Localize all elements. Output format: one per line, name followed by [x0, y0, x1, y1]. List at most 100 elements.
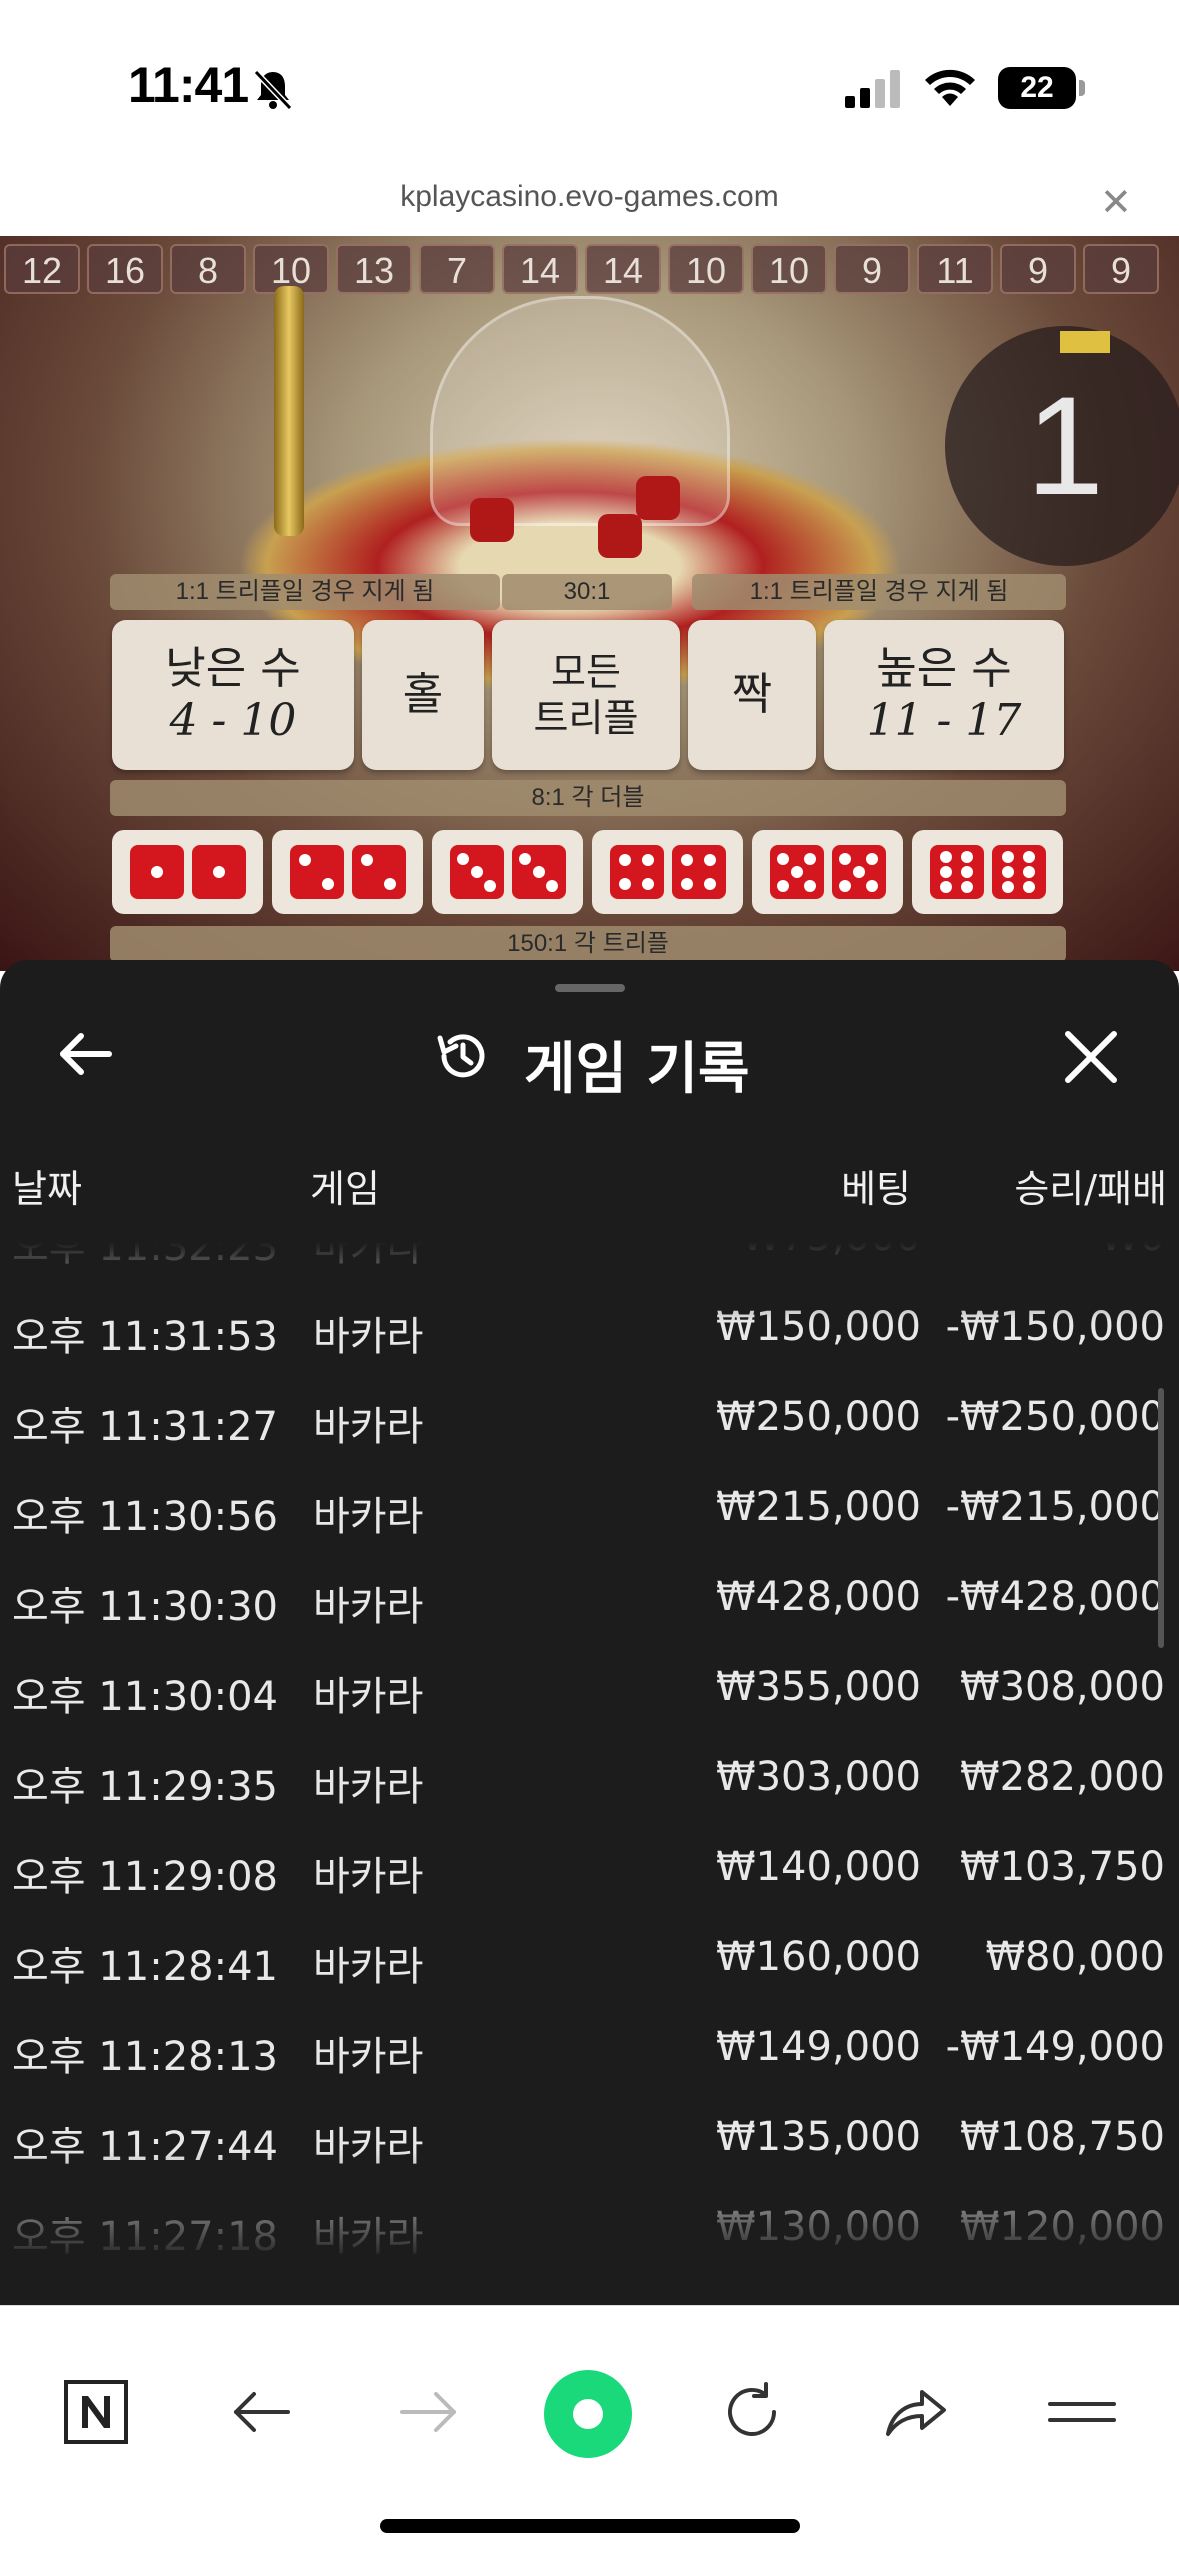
- row-date: 오후 11:27:18: [12, 2214, 278, 2260]
- pip: [790, 866, 803, 878]
- history-row[interactable]: 오후 11:31:53 바카라 ₩150,000 -₩150,000: [0, 1282, 1179, 1372]
- bet-odd[interactable]: 홀: [362, 620, 484, 770]
- row-win-loss: ₩308,000: [960, 1664, 1165, 1710]
- history-clock-icon: [437, 1034, 485, 1078]
- status-bar: 11:41 22: [0, 0, 1179, 170]
- history-list[interactable]: 오후 11:32:23 바카라 ₩75,000 ₩0 오후 11:31:53 바카라 ₩15…: [0, 1222, 1179, 2262]
- odds-double: 8:1 각 더블: [110, 780, 1066, 816]
- pip: [470, 866, 483, 878]
- share-icon[interactable]: [880, 2376, 952, 2448]
- history-row[interactable]: 오후 11:28:13 바카라 ₩149,000 -₩149,000: [0, 2002, 1179, 2092]
- row-bet: ₩215,000: [716, 1484, 921, 1530]
- bet-any-triple-line2: 트리플: [533, 696, 639, 740]
- history-cell: 16: [87, 244, 163, 294]
- green-dot-icon[interactable]: [540, 2366, 636, 2462]
- die-3d: [636, 476, 680, 520]
- history-cell: 11: [917, 244, 993, 294]
- row-date: 오후 11:32:23: [12, 1224, 278, 1270]
- pip: [866, 879, 878, 892]
- url-bar[interactable]: kplaycasino.evo-games.com ✕: [0, 170, 1179, 236]
- glass-dome: [430, 296, 730, 526]
- pip: [322, 877, 335, 890]
- brass-pole: [274, 286, 304, 536]
- odds-triple: 150:1 각 트리플: [110, 926, 1066, 962]
- row-game: 바카라: [313, 1584, 424, 1630]
- scrollbar[interactable]: [1158, 1388, 1164, 1648]
- bet-double-6[interactable]: [912, 830, 1063, 914]
- history-row[interactable]: 오후 11:31:27 바카라 ₩250,000 -₩250,000: [0, 1372, 1179, 1462]
- bet-double-5[interactable]: [752, 830, 903, 914]
- column-win-loss: 승리/패배: [1014, 1167, 1167, 1211]
- bet-small[interactable]: 낮은 수 4 - 10: [112, 620, 354, 770]
- bet-double-3[interactable]: [432, 830, 583, 914]
- bet-even-label: 짝: [731, 669, 773, 720]
- pip: [852, 866, 865, 878]
- row-bet: ₩75,000: [741, 1222, 921, 1260]
- signal-icon: [845, 70, 900, 108]
- refresh-icon[interactable]: [716, 2376, 788, 2448]
- pip: [642, 854, 655, 867]
- game-view: 12 16 8 10 13 7 14 14 10 10 9 11 9 9 1 1:1 트리플일 경우 지게…: [0, 236, 1179, 971]
- history-cell: 12: [4, 244, 80, 294]
- back-arrow-icon[interactable]: [226, 2376, 298, 2448]
- column-bet: 베팅: [841, 1167, 911, 1211]
- row-date: 오후 11:29:08: [12, 1854, 278, 1900]
- pip: [1023, 866, 1036, 878]
- bet-double-2[interactable]: [272, 830, 423, 914]
- bet-even[interactable]: 짝: [688, 620, 816, 770]
- close-url-icon[interactable]: ✕: [1100, 180, 1132, 224]
- history-cell: 14: [502, 244, 578, 294]
- pip: [150, 866, 163, 878]
- history-row[interactable]: 오후 11:27:18 바카라 ₩130,000 ₩120,000: [0, 2182, 1179, 2262]
- browser-toolbar: [0, 2305, 1179, 2556]
- bet-double-1[interactable]: [112, 830, 263, 914]
- sheet-grabber[interactable]: [555, 984, 625, 992]
- naver-n-icon[interactable]: [60, 2376, 132, 2448]
- bet-big[interactable]: 높은 수 11 - 17: [824, 620, 1064, 770]
- pip: [384, 877, 397, 890]
- history-cell: 14: [585, 244, 661, 294]
- row-date: 오후 11:29:35: [12, 1764, 278, 1810]
- wifi-icon: [925, 69, 975, 106]
- bet-big-range: 11 - 17: [866, 695, 1022, 746]
- bet-big-label: 높은 수: [876, 643, 1012, 694]
- menu-icon[interactable]: [1046, 2376, 1118, 2448]
- column-date: 날짜: [12, 1167, 82, 1211]
- row-win-loss: ₩282,000: [960, 1754, 1165, 1800]
- forward-arrow-icon[interactable]: [392, 2376, 464, 2448]
- bet-small-label: 낮은 수: [165, 643, 301, 694]
- bet-any-triple[interactable]: 모든 트리플: [492, 620, 680, 770]
- row-bet: ₩135,000: [716, 2114, 921, 2160]
- history-row[interactable]: 오후 11:32:23 바카라 ₩75,000 ₩0: [0, 1222, 1179, 1282]
- history-cell: 8: [170, 244, 246, 294]
- history-row[interactable]: 오후 11:28:41 바카라 ₩160,000 ₩80,000: [0, 1912, 1179, 2002]
- pip: [939, 850, 952, 863]
- history-row[interactable]: 오후 11:30:04 바카라 ₩355,000 ₩308,000: [0, 1642, 1179, 1732]
- row-bet: ₩130,000: [716, 2204, 921, 2250]
- history-row[interactable]: 오후 11:27:44 바카라 ₩135,000 ₩108,750: [0, 2092, 1179, 2182]
- pip: [804, 852, 816, 865]
- row-date: 오후 11:28:13: [12, 2034, 278, 2080]
- die-face-2: [289, 845, 344, 899]
- odds-small-note: 1:1 트리플일 경우 지게 됨: [110, 574, 500, 610]
- url-text[interactable]: kplaycasino.evo-games.com: [0, 180, 1179, 214]
- close-icon[interactable]: [1062, 1028, 1120, 1086]
- die-face-3: [449, 845, 504, 899]
- gold-accent: [1060, 331, 1110, 353]
- row-game: 바카라: [313, 2124, 424, 2170]
- die-face-4: [609, 845, 664, 899]
- die-face-1: [129, 845, 184, 899]
- history-row[interactable]: 오후 11:30:56 바카라 ₩215,000 -₩215,000: [0, 1462, 1179, 1552]
- bet-double-4[interactable]: [592, 830, 743, 914]
- history-row[interactable]: 오후 11:29:35 바카라 ₩303,000 ₩282,000: [0, 1732, 1179, 1822]
- history-row[interactable]: 오후 11:29:08 바카라 ₩140,000 ₩103,750: [0, 1822, 1179, 1912]
- history-cell: 7: [419, 244, 495, 294]
- row-win-loss: -₩215,000: [945, 1484, 1165, 1530]
- history-row[interactable]: 오후 11:30:30 바카라 ₩428,000 -₩428,000: [0, 1552, 1179, 1642]
- row-bet: ₩428,000: [716, 1574, 921, 1620]
- pip: [866, 852, 878, 865]
- pip: [777, 852, 789, 865]
- pip: [839, 879, 851, 892]
- pip: [680, 877, 693, 890]
- back-arrow-icon[interactable]: [55, 1023, 117, 1085]
